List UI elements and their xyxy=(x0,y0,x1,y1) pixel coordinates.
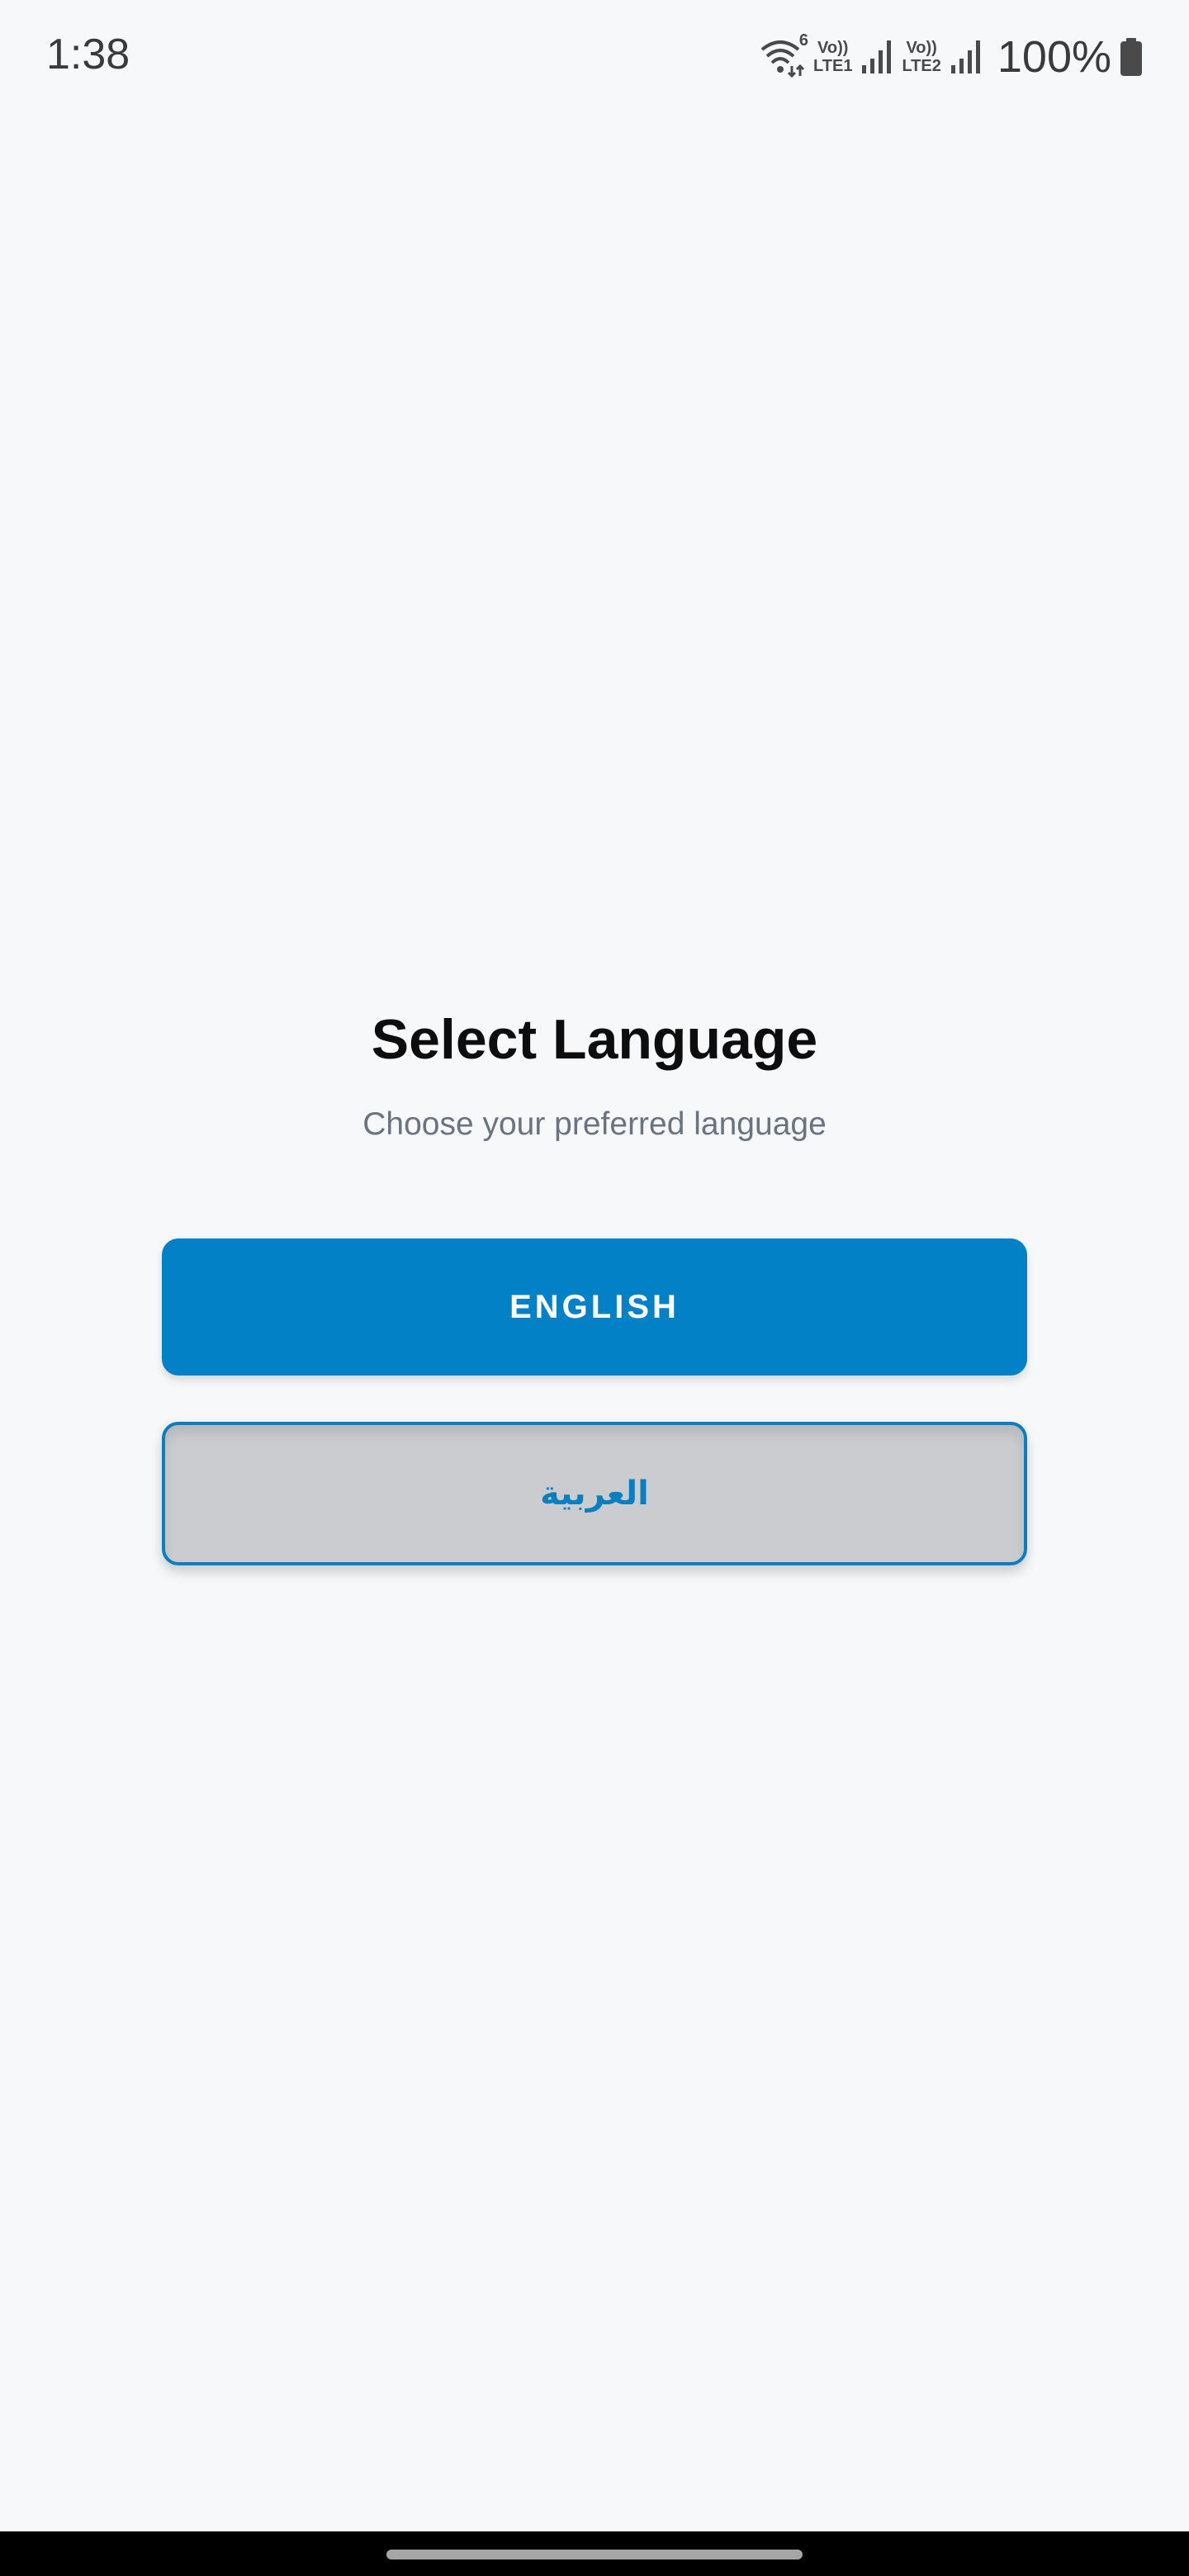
arabic-button-label: العربية xyxy=(540,1475,649,1513)
page-subtitle: Choose your preferred language xyxy=(362,1106,827,1142)
page-title: Select Language xyxy=(371,1008,818,1071)
sim2-indicator: Vo)) LTE2 xyxy=(902,39,940,75)
battery-icon xyxy=(1120,38,1143,76)
status-time: 1:38 xyxy=(46,31,130,78)
sim2-lte: LTE2 xyxy=(902,57,941,75)
sim1-volte: Vo)) xyxy=(817,39,849,57)
signal-icon xyxy=(860,39,893,75)
wifi-icon: 6 xyxy=(759,31,808,78)
signal-icon xyxy=(950,39,983,75)
sim2-volte: Vo)) xyxy=(906,39,937,57)
navigation-bar xyxy=(0,2531,1189,2576)
home-gesture-handle[interactable] xyxy=(386,2550,803,2559)
battery-percentage: 100% xyxy=(997,32,1111,82)
status-bar: 1:38 6 Vo)) LTE1 Vo)) LTE2 100% xyxy=(0,0,1189,112)
sim1-indicator: Vo)) LTE1 xyxy=(813,39,852,75)
wifi-label: 6 xyxy=(798,31,809,50)
status-icons: 6 Vo)) LTE1 Vo)) LTE2 100% xyxy=(759,28,1143,86)
english-button-label: ENGLISH xyxy=(509,1288,680,1325)
english-language-button[interactable]: ENGLISH xyxy=(162,1238,1027,1376)
sim1-lte: LTE1 xyxy=(813,57,853,75)
arabic-language-button[interactable]: العربية xyxy=(162,1422,1027,1565)
